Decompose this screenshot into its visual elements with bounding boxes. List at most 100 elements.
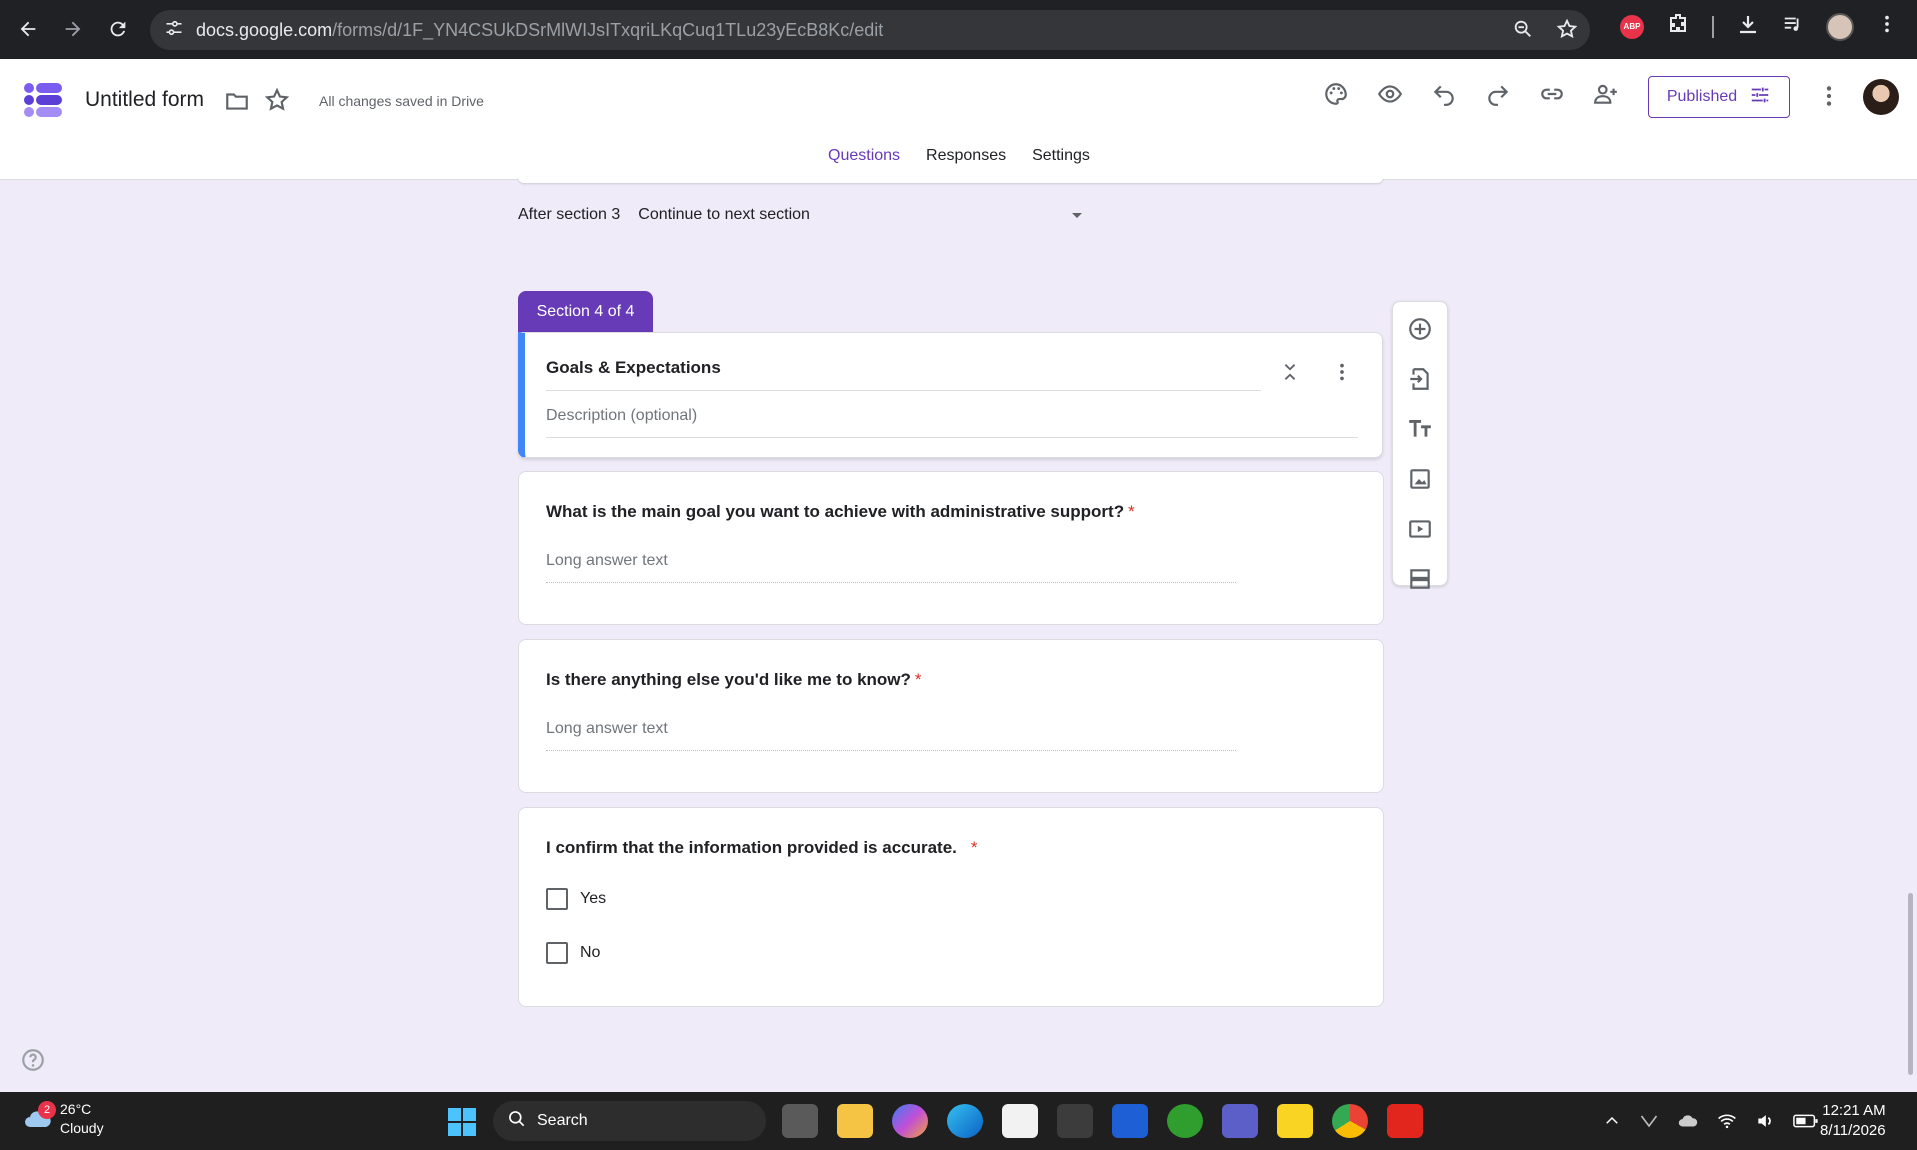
taskbar-search[interactable]: Search: [493, 1101, 766, 1141]
undo-icon[interactable]: [1431, 81, 1457, 112]
cloudy-weather-icon: 2: [22, 1101, 56, 1131]
required-asterisk: *: [1128, 502, 1135, 521]
forward-icon[interactable]: [55, 11, 91, 47]
task-view-icon[interactable]: [782, 1104, 818, 1138]
move-to-folder-icon[interactable]: [224, 88, 250, 119]
extensions-icon[interactable]: [1666, 12, 1690, 41]
tray-app-icon[interactable]: [1639, 1111, 1659, 1136]
toolbar-divider: [1712, 15, 1714, 38]
media-control-icon[interactable]: [1782, 13, 1804, 40]
sticky-notes-icon[interactable]: [1277, 1104, 1313, 1138]
after-section-control: After section 3 Continue to next section: [518, 206, 810, 224]
add-section-icon[interactable]: [1407, 566, 1433, 597]
clock-time: 12:21 AM: [1822, 1102, 1886, 1119]
adblock-extension-icon[interactable]: ABP: [1620, 14, 1644, 39]
search-icon: [507, 1109, 527, 1134]
import-questions-icon[interactable]: [1407, 366, 1433, 397]
back-icon[interactable]: [10, 11, 46, 47]
onedrive-cloud-icon[interactable]: [1677, 1110, 1699, 1137]
add-title-description-icon[interactable]: [1407, 416, 1433, 447]
teams-icon[interactable]: [1222, 1104, 1258, 1138]
zoom-icon[interactable]: [1512, 18, 1534, 45]
add-collaborators-icon[interactable]: [1593, 81, 1619, 112]
weather-temperature: 26°C: [60, 1101, 92, 1117]
section-header-card[interactable]: Goals & Expectations Description (option…: [518, 332, 1383, 458]
wps-office-icon[interactable]: [1387, 1104, 1423, 1138]
battery-icon[interactable]: [1793, 1113, 1819, 1134]
windows-start-icon[interactable]: [448, 1108, 476, 1136]
form-tabs: Questions Responses Settings: [815, 147, 1103, 180]
page-scrollbar[interactable]: [1908, 893, 1913, 1075]
file-explorer-icon[interactable]: [837, 1104, 873, 1138]
forms-header: Untitled form All changes saved in Drive…: [0, 59, 1917, 180]
option-label: No: [580, 944, 601, 961]
dev-app-icon[interactable]: [1057, 1104, 1093, 1138]
browser-profile-avatar[interactable]: [1826, 12, 1854, 41]
customize-theme-icon[interactable]: [1323, 81, 1349, 112]
browser-menu-icon[interactable]: [1876, 13, 1898, 40]
volume-icon[interactable]: [1755, 1111, 1775, 1136]
section-title-input[interactable]: Goals & Expectations: [546, 358, 1261, 391]
collapse-section-icon[interactable]: [1279, 361, 1301, 388]
system-tray: [1603, 1110, 1819, 1137]
form-title[interactable]: Untitled form: [85, 88, 204, 112]
question-title: What is the main goal you want to achiev…: [546, 502, 1135, 521]
question-card[interactable]: Is there anything else you'd like me to …: [518, 639, 1384, 793]
system-clock[interactable]: 12:21 AM 8/11/2026: [1820, 1101, 1886, 1141]
preview-eye-icon[interactable]: [1377, 81, 1403, 112]
checkbox[interactable]: [546, 888, 568, 910]
microsoft-store-icon[interactable]: [1002, 1104, 1038, 1138]
star-icon[interactable]: [264, 87, 290, 118]
user-avatar[interactable]: [1863, 79, 1899, 115]
section-description-input[interactable]: Description (optional): [546, 407, 1358, 438]
wifi-icon[interactable]: [1717, 1111, 1737, 1136]
section-badge: Section 4 of 4: [518, 291, 653, 333]
add-image-icon[interactable]: [1407, 466, 1433, 497]
xbox-icon[interactable]: [1167, 1104, 1203, 1138]
after-section-dropdown[interactable]: Continue to next section: [638, 206, 810, 224]
option-label: Yes: [580, 890, 607, 907]
forms-logo-icon[interactable]: [24, 79, 62, 119]
question-card[interactable]: What is the main goal you want to achiev…: [518, 471, 1384, 625]
bookmark-star-icon[interactable]: [1556, 18, 1578, 45]
redo-icon[interactable]: [1485, 81, 1511, 112]
published-button[interactable]: Published: [1648, 76, 1790, 118]
show-hidden-icons-chevron-icon[interactable]: [1603, 1112, 1621, 1135]
question-title: Is there anything else you'd like me to …: [546, 670, 922, 689]
tab-questions[interactable]: Questions: [815, 147, 914, 180]
tab-settings[interactable]: Settings: [1019, 147, 1103, 180]
floating-toolbar: [1392, 301, 1448, 589]
publish-settings-icon: [1749, 84, 1771, 111]
section-more-options-icon[interactable]: [1331, 361, 1353, 388]
help-icon[interactable]: [20, 1047, 46, 1078]
question-title: I confirm that the information provided …: [546, 838, 978, 857]
weather-condition: Cloudy: [60, 1120, 104, 1136]
edge-browser-icon[interactable]: [947, 1104, 983, 1138]
download-icon[interactable]: [1736, 12, 1760, 41]
save-status: All changes saved in Drive: [319, 93, 484, 109]
tab-responses[interactable]: Responses: [913, 147, 1019, 180]
add-question-icon[interactable]: [1407, 316, 1433, 347]
after-section-label: After section 3: [518, 206, 621, 223]
blue-app-icon[interactable]: [1112, 1104, 1148, 1138]
reload-icon[interactable]: [100, 11, 136, 47]
copy-link-icon[interactable]: [1539, 81, 1565, 112]
copilot-icon[interactable]: [892, 1104, 928, 1138]
clock-date: 8/11/2026: [1820, 1122, 1886, 1139]
long-answer-field: Long answer text: [546, 720, 1236, 751]
published-label: Published: [1666, 88, 1738, 105]
more-options-icon[interactable]: [1816, 83, 1842, 114]
chrome-icon[interactable]: [1332, 1104, 1368, 1138]
site-info-icon[interactable]: [164, 18, 184, 43]
checkbox[interactable]: [546, 942, 568, 964]
question-card[interactable]: I confirm that the information provided …: [518, 807, 1384, 1007]
address-bar[interactable]: docs.google.com/forms/d/1F_YN4CSUkDSrMlW…: [150, 10, 1590, 50]
previous-section-card-edge: [518, 177, 1383, 183]
dropdown-caret-icon[interactable]: [1072, 213, 1082, 218]
checkbox-option[interactable]: No: [546, 942, 600, 964]
add-video-icon[interactable]: [1407, 516, 1433, 547]
weather-widget[interactable]: 2 26°C Cloudy: [22, 1100, 104, 1138]
checkbox-option[interactable]: Yes: [546, 888, 606, 910]
weather-alert-badge: 2: [38, 1101, 56, 1119]
required-asterisk: *: [914, 670, 922, 689]
